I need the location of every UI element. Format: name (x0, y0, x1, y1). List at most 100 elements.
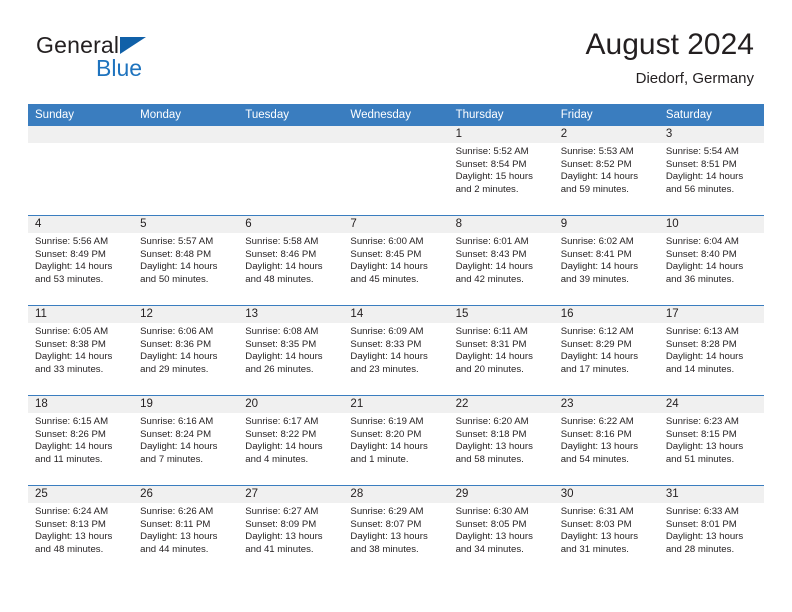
calendar-day-cell[interactable]: 28 Sunrise: 6:29 AM Sunset: 8:07 PM Dayligh… (343, 486, 449, 575)
day-sun-info: Sunrise: 6:19 AM Sunset: 8:20 PM Daylight:… (343, 413, 448, 466)
general-blue-logo[interactable]: General Blue (36, 32, 236, 88)
calendar-day-cell[interactable]: 27 Sunrise: 6:27 AM Sunset: 8:09 PM Dayligh… (238, 486, 344, 575)
calendar-day-cell[interactable]: 4 Sunrise: 5:56 AM Sunset: 8:49 PM Daylight… (28, 216, 134, 305)
calendar-day-cell[interactable]: 25 Sunrise: 6:24 AM Sunset: 8:13 PM Dayligh… (28, 486, 134, 575)
day-daylight2-text: and 53 minutes. (35, 273, 104, 285)
day-number: 4 (28, 216, 134, 233)
day-sunset-text: Sunset: 8:41 PM (560, 248, 632, 260)
calendar-day-cell[interactable]: 23 Sunrise: 6:22 AM Sunset: 8:16 PM Dayligh… (553, 396, 659, 485)
day-daylight1-text: Daylight: 14 hours (350, 351, 428, 363)
calendar-week-row: 1 Sunrise: 5:52 AM Sunset: 8:54 PM Daylight… (28, 126, 764, 215)
day-sunrise-text: Sunrise: 6:09 AM (350, 326, 424, 337)
calendar-day-cell[interactable]: 20 Sunrise: 6:17 AM Sunset: 8:22 PM Dayligh… (238, 396, 344, 485)
calendar-day-cell[interactable]: 9 Sunrise: 6:02 AM Sunset: 8:41 PM Daylight… (553, 216, 659, 305)
day-daylight2-text: and 39 minutes. (560, 273, 629, 285)
calendar-day-cell[interactable]: 24 Sunrise: 6:23 AM Sunset: 8:15 PM Dayligh… (658, 396, 764, 485)
day-number: 5 (133, 216, 239, 233)
calendar-day-cell[interactable]: 16 Sunrise: 6:12 AM Sunset: 8:29 PM Dayligh… (553, 306, 659, 395)
day-sunrise-text: Sunrise: 6:29 AM (350, 506, 424, 517)
calendar-day-cell[interactable]: 17 Sunrise: 6:13 AM Sunset: 8:28 PM Dayligh… (658, 306, 764, 395)
day-number (343, 126, 449, 143)
calendar-day-cell[interactable]: 7 Sunrise: 6:00 AM Sunset: 8:45 PM Daylight… (343, 216, 449, 305)
day-number: 31 (658, 486, 764, 503)
day-daylight1-text: Daylight: 14 hours (140, 261, 218, 273)
day-sunset-text: Sunset: 8:49 PM (35, 248, 106, 260)
calendar-day-cell[interactable]: 2 Sunrise: 5:53 AM Sunset: 8:52 PM Daylight… (553, 126, 659, 215)
calendar-day-cell[interactable]: 30 Sunrise: 6:31 AM Sunset: 8:03 PM Dayligh… (553, 486, 659, 575)
calendar-day-cell[interactable]: 8 Sunrise: 6:01 AM Sunset: 8:43 PM Daylight… (448, 216, 554, 305)
day-daylight2-text: and 36 minutes. (665, 273, 735, 285)
day-sunset-text: Sunset: 8:28 PM (665, 338, 737, 350)
day-sunset-text: Sunset: 8:18 PM (455, 428, 527, 440)
day-sun-info: Sunrise: 6:23 AM Sunset: 8:15 PM Daylight:… (659, 413, 764, 466)
day-daylight2-text: and 20 minutes. (455, 363, 524, 375)
day-sunrise-text: Sunrise: 5:52 AM (455, 146, 529, 157)
weekday-header-friday: Friday (560, 109, 593, 121)
day-daylight2-text: and 50 minutes. (140, 273, 209, 285)
day-daylight1-text: Daylight: 15 hours (455, 171, 533, 183)
day-sunrise-text: Sunrise: 6:24 AM (35, 506, 109, 517)
day-number: 6 (238, 216, 344, 233)
calendar-day-cell[interactable]: 11 Sunrise: 6:05 AM Sunset: 8:38 PM Dayligh… (28, 306, 134, 395)
day-sunrise-text: Sunrise: 6:17 AM (245, 416, 319, 427)
day-sunrise-text: Sunrise: 6:04 AM (665, 236, 739, 247)
day-number: 7 (343, 216, 449, 233)
day-daylight1-text: Daylight: 14 hours (35, 351, 113, 363)
day-number: 9 (553, 216, 659, 233)
calendar-day-cell[interactable]: 12 Sunrise: 6:06 AM Sunset: 8:36 PM Dayligh… (133, 306, 239, 395)
day-daylight1-text: Daylight: 14 hours (455, 351, 533, 363)
day-sunset-text: Sunset: 8:24 PM (140, 428, 212, 440)
calendar-day-cell[interactable]: 1 Sunrise: 5:52 AM Sunset: 8:54 PM Daylight… (448, 126, 554, 215)
calendar-day-cell[interactable]: 13 Sunrise: 6:08 AM Sunset: 8:35 PM Dayligh… (238, 306, 344, 395)
day-number: 22 (448, 396, 554, 413)
title-block: August 2024 Diedorf, Germany (586, 26, 754, 90)
calendar-day-cell[interactable]: 5 Sunrise: 5:57 AM Sunset: 8:48 PM Daylight… (133, 216, 239, 305)
calendar-day-cell[interactable]: 3 Sunrise: 5:54 AM Sunset: 8:51 PM Daylight… (658, 126, 764, 215)
calendar-day-cell[interactable]: 19 Sunrise: 6:16 AM Sunset: 8:24 PM Dayligh… (133, 396, 239, 485)
calendar-day-cell[interactable]: 14 Sunrise: 6:09 AM Sunset: 8:33 PM Dayligh… (343, 306, 449, 395)
day-sunrise-text: Sunrise: 6:20 AM (455, 416, 529, 427)
day-sun-info: Sunrise: 6:06 AM Sunset: 8:36 PM Daylight:… (133, 323, 238, 376)
calendar-day-cell[interactable]: 29 Sunrise: 6:30 AM Sunset: 8:05 PM Dayligh… (448, 486, 554, 575)
weekday-header-tuesday: Tuesday (245, 109, 289, 121)
calendar-day-cell[interactable]: 26 Sunrise: 6:26 AM Sunset: 8:11 PM Dayligh… (133, 486, 239, 575)
calendar-day-cell[interactable]: 31 Sunrise: 6:33 AM Sunset: 8:01 PM Dayligh… (658, 486, 764, 575)
day-sunset-text: Sunset: 8:52 PM (560, 158, 632, 170)
day-number: 10 (658, 216, 764, 233)
calendar-day-cell[interactable]: 22 Sunrise: 6:20 AM Sunset: 8:18 PM Dayligh… (448, 396, 554, 485)
day-sun-info: Sunrise: 6:31 AM Sunset: 8:03 PM Daylight:… (554, 503, 659, 556)
day-number: 12 (133, 306, 239, 323)
calendar-day-cell[interactable]: 10 Sunrise: 6:04 AM Sunset: 8:40 PM Dayligh… (658, 216, 764, 305)
day-daylight1-text: Daylight: 14 hours (350, 261, 428, 273)
day-number: 18 (28, 396, 134, 413)
day-number: 21 (343, 396, 449, 413)
day-sun-info: Sunrise: 6:17 AM Sunset: 8:22 PM Daylight:… (238, 413, 343, 466)
day-number: 24 (658, 396, 764, 413)
weekday-header-wednesday: Wednesday (350, 109, 411, 121)
calendar-day-cell[interactable]: 18 Sunrise: 6:15 AM Sunset: 8:26 PM Dayligh… (28, 396, 134, 485)
day-number: 28 (343, 486, 449, 503)
day-number: 25 (28, 486, 134, 503)
weekday-header-saturday: Saturday (665, 109, 712, 121)
day-sunrise-text: Sunrise: 6:26 AM (140, 506, 214, 517)
day-daylight1-text: Daylight: 14 hours (35, 261, 113, 273)
day-daylight1-text: Daylight: 14 hours (665, 171, 744, 183)
day-sunset-text: Sunset: 8:11 PM (140, 518, 211, 530)
day-number: 30 (553, 486, 659, 503)
day-sunrise-text: Sunrise: 6:06 AM (140, 326, 214, 337)
calendar-day-cell[interactable]: 15 Sunrise: 6:11 AM Sunset: 8:31 PM Dayligh… (448, 306, 554, 395)
day-daylight2-text: and 17 minutes. (560, 363, 629, 375)
day-sun-info: Sunrise: 5:58 AM Sunset: 8:46 PM Daylight:… (238, 233, 343, 286)
day-sun-info: Sunrise: 6:26 AM Sunset: 8:11 PM Daylight:… (133, 503, 238, 556)
calendar-day-cell[interactable]: 6 Sunrise: 5:58 AM Sunset: 8:46 PM Daylight… (238, 216, 344, 305)
day-sun-info: Sunrise: 5:53 AM Sunset: 8:52 PM Daylight:… (554, 143, 659, 196)
weekday-header-thursday: Thursday (455, 109, 504, 121)
day-daylight2-text: and 2 minutes. (455, 183, 519, 195)
day-number (133, 126, 239, 143)
calendar-day-cell[interactable]: 21 Sunrise: 6:19 AM Sunset: 8:20 PM Dayligh… (343, 396, 449, 485)
calendar-week-row: 11 Sunrise: 6:05 AM Sunset: 8:38 PM Dayligh… (28, 305, 764, 395)
day-daylight2-text: and 38 minutes. (350, 543, 419, 555)
day-sunset-text: Sunset: 8:07 PM (350, 518, 422, 530)
day-number: 29 (448, 486, 554, 503)
day-sunrise-text: Sunrise: 6:27 AM (245, 506, 319, 517)
